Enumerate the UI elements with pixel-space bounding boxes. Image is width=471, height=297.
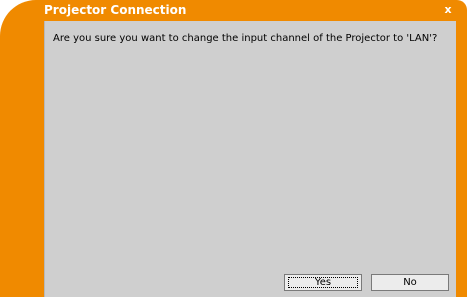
- confirmation-message: Are you sure you want to change the inpu…: [53, 33, 438, 44]
- window-border-right: [456, 21, 467, 297]
- yes-button[interactable]: Yes: [284, 274, 362, 291]
- no-button[interactable]: No: [371, 274, 449, 291]
- no-button-label: No: [403, 277, 417, 288]
- close-icon[interactable]: x: [441, 3, 455, 16]
- yes-button-label: Yes: [314, 277, 332, 288]
- window-title: Projector Connection: [44, 3, 187, 17]
- dialog-body: Are you sure you want to change the inpu…: [44, 21, 456, 297]
- dialog-window: Projector Connection x Are you sure you …: [0, 0, 467, 297]
